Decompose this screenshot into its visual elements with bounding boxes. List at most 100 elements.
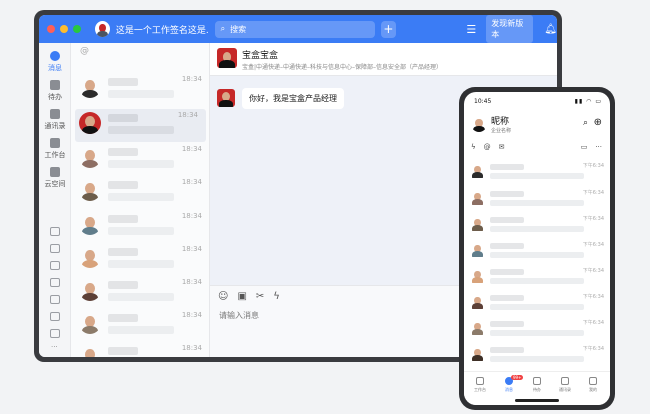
more-icon[interactable]: ··· — [595, 143, 602, 151]
contacts-icon — [50, 109, 60, 119]
conversation-time: 18:34 — [181, 178, 202, 186]
conversation-time: 18:34 — [181, 75, 202, 83]
row-time: 下午6:34 — [582, 268, 604, 274]
company-name: 企业名称 — [491, 128, 512, 134]
folder-icon[interactable]: ▣ — [237, 291, 246, 302]
rail-item-todo[interactable]: 待办 — [39, 80, 71, 102]
at-icon[interactable]: @ — [484, 143, 491, 151]
avatar — [470, 294, 485, 309]
user-avatar[interactable] — [95, 21, 110, 37]
task-list-icon[interactable]: ☰ — [466, 23, 476, 36]
meeting-icon[interactable] — [50, 261, 60, 270]
user-nickname: 昵称 — [491, 117, 510, 127]
conversation-row[interactable]: 18:34 — [71, 309, 210, 342]
list-item[interactable]: 下午6:34 — [464, 264, 610, 290]
search-icon: ⌕ — [220, 24, 226, 33]
contact-avatar[interactable] — [217, 48, 237, 68]
scissors-icon[interactable]: ✂ — [256, 291, 264, 302]
search-placeholder: 搜索 — [230, 24, 247, 34]
tab-profile[interactable]: 我的 — [582, 377, 604, 393]
workbench-icon — [476, 377, 484, 385]
row-time: 下午6:34 — [582, 216, 604, 222]
flash-icon[interactable] — [50, 295, 60, 304]
list-item[interactable]: 下午6:34 — [464, 238, 610, 264]
rail-item-cloud-space[interactable]: 云空间 — [39, 167, 71, 189]
avatar — [470, 346, 485, 361]
tab-messages[interactable]: 99+ 消息 — [498, 375, 524, 393]
conversation-list: @ 18:34 18:34 18:34 18:34 18:34 18:34 18… — [71, 43, 210, 357]
conversation-row[interactable]: 18:34 — [71, 276, 210, 309]
search-input[interactable]: ⌕ 搜索 — [214, 20, 375, 38]
message-input[interactable]: 请输入消息 — [219, 310, 259, 321]
conversation-time: 18:34 — [181, 344, 202, 352]
conversation-row[interactable]: 18:34 — [71, 342, 210, 357]
list-item[interactable]: 下午6:34 — [464, 316, 610, 342]
avatar — [79, 345, 101, 357]
at-mention-icon[interactable]: @ — [80, 46, 89, 56]
avatar — [470, 163, 485, 178]
conversation-row-selected[interactable]: 18:34 — [75, 109, 206, 142]
conversation-time: 18:34 — [177, 111, 198, 119]
todo-icon — [533, 377, 541, 385]
work-signature[interactable]: 这是一个工作签名这是... — [116, 23, 209, 36]
robot-icon[interactable] — [50, 329, 60, 338]
row-time: 下午6:34 — [582, 190, 604, 196]
tab-label: 消息 — [505, 387, 513, 392]
rail-item-workbench[interactable]: 工作台 — [39, 138, 71, 160]
contact-name: 宝盒宝盒 — [242, 51, 279, 61]
rail-item-messages[interactable]: 消息 — [39, 51, 71, 73]
add-button[interactable]: + — [380, 20, 397, 38]
flash-icon[interactable]: ϟ — [273, 291, 280, 302]
list-item[interactable]: 下午6:34 — [464, 212, 610, 238]
avatar — [470, 216, 485, 231]
bell-icon[interactable]: 🔔︎ — [544, 24, 557, 35]
conversation-row[interactable]: 18:34 — [71, 143, 210, 176]
conversation-row[interactable]: 18:34 — [71, 176, 210, 209]
rail-label: 消息 — [48, 64, 62, 72]
quick-actions: ▭ ··· — [581, 143, 602, 151]
plus-icon: + — [383, 22, 394, 36]
conversation-row[interactable]: 18:34 — [71, 243, 210, 276]
message-avatar[interactable] — [217, 89, 235, 107]
list-item[interactable]: 下午6:34 — [464, 186, 610, 212]
cloud-icon[interactable] — [50, 312, 60, 321]
close-window-button[interactable] — [47, 25, 55, 33]
conversation-time: 18:34 — [181, 278, 202, 286]
conversation-row[interactable]: 18:34 — [71, 210, 210, 243]
list-item[interactable]: 下午6:34 — [464, 290, 610, 316]
home-indicator — [515, 399, 559, 402]
minimize-window-button[interactable] — [60, 25, 68, 33]
stage: 这是一个工作签名这是... ⌕ 搜索 + ☰ 发现新版本 🔔︎ 消息 待办 通讯… — [0, 0, 650, 414]
status-time: 10:45 — [474, 98, 492, 105]
mail-icon[interactable]: ✉ — [499, 143, 505, 151]
docs-icon[interactable] — [50, 278, 60, 287]
add-icon[interactable]: ⊕ — [594, 117, 602, 128]
rail-item-contacts[interactable]: 通讯录 — [39, 109, 71, 131]
desktop-icon[interactable]: ▭ — [581, 143, 588, 151]
tab-label: 我的 — [589, 387, 597, 392]
tab-workbench[interactable]: 工作台 — [469, 377, 491, 393]
unread-badge: 99+ — [511, 375, 524, 380]
mobile-app-screen: 10:45 ▮▮ ◠ ▭ 昵称 企业名称 ⌕ ⊕ ϟ @ ✉ ▭ ··· 下午6… — [464, 92, 610, 405]
avatar[interactable] — [471, 116, 487, 132]
tab-label: 通讯录 — [559, 387, 571, 392]
phone-icon[interactable] — [50, 244, 60, 253]
new-version-button[interactable]: 发现新版本 — [486, 15, 534, 43]
conversation-row[interactable]: 18:34 — [71, 73, 210, 106]
search-icon[interactable]: ⌕ — [583, 118, 588, 128]
list-item[interactable]: 下午6:34 — [464, 342, 610, 368]
flash-icon[interactable]: ϟ — [471, 143, 476, 151]
conversation-time: 18:34 — [181, 145, 202, 153]
mail-icon[interactable] — [50, 227, 60, 236]
maximize-window-button[interactable] — [73, 25, 81, 33]
tab-todo[interactable]: 待办 — [526, 377, 548, 393]
list-item[interactable]: 下午6:34 — [464, 159, 610, 185]
profile-icon — [589, 377, 597, 385]
tab-contacts[interactable]: 通讯录 — [554, 377, 576, 393]
emoji-icon[interactable]: ☺ — [218, 291, 228, 302]
avatar — [470, 268, 485, 283]
row-time: 下午6:34 — [582, 294, 604, 300]
more-icon[interactable]: ··· — [51, 343, 58, 351]
contacts-icon — [561, 377, 569, 385]
conversation-time: 18:34 — [181, 245, 202, 253]
